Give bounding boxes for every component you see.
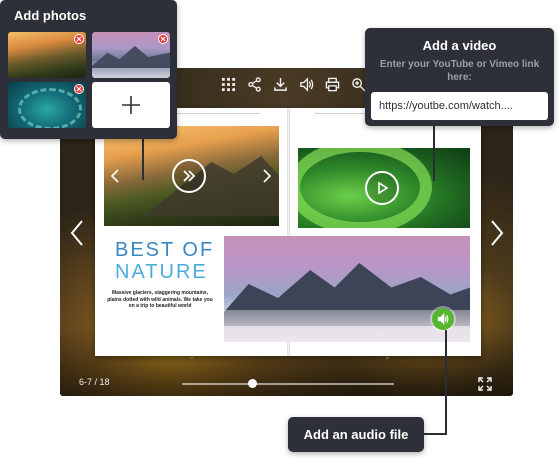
- share-icon[interactable]: [246, 76, 262, 92]
- audio-callout-line-vertical: [445, 330, 447, 435]
- add-video-panel: Add a video Enter your YouTube or Vimeo …: [365, 28, 554, 126]
- book-title-line2: NATURE: [115, 261, 208, 283]
- photo-thumbnail[interactable]: [8, 32, 86, 78]
- page-turn-icon: [189, 348, 194, 360]
- add-photo-button[interactable]: [92, 82, 170, 128]
- page-turn-icon: [385, 348, 390, 360]
- add-audio-panel: Add an audio file: [288, 417, 424, 452]
- viewer-toolbar: [220, 74, 366, 94]
- page-progress-slider[interactable]: [182, 379, 394, 388]
- remove-photo-icon[interactable]: [74, 34, 84, 44]
- add-photos-title: Add photos: [14, 8, 87, 23]
- print-icon[interactable]: [324, 76, 340, 92]
- add-audio-label: Add an audio file: [303, 427, 409, 442]
- prev-page-button[interactable]: [68, 218, 86, 248]
- video-callout-line: [433, 126, 435, 181]
- snake-video[interactable]: [298, 148, 470, 228]
- grid-icon[interactable]: [220, 76, 236, 92]
- fullscreen-icon[interactable]: [478, 377, 492, 391]
- peaks-photo: [224, 236, 470, 342]
- slide-prev-icon[interactable]: [110, 168, 120, 184]
- video-url-input[interactable]: [371, 92, 548, 120]
- photos-callout-line: [142, 139, 144, 180]
- book-caption: Massive glaciers, staggering mountains, …: [107, 290, 213, 309]
- photo-thumbnail[interactable]: [8, 82, 86, 128]
- add-photos-panel: Add photos: [0, 0, 177, 139]
- add-video-title: Add a video: [422, 38, 497, 53]
- audio-callout-line-horizontal: [424, 433, 447, 435]
- next-page-button[interactable]: [488, 218, 506, 248]
- plus-icon: [122, 96, 140, 114]
- mountain-photo: [104, 126, 279, 226]
- progress-handle[interactable]: [247, 379, 257, 388]
- slide-next-icon[interactable]: [262, 168, 272, 184]
- sound-icon[interactable]: [298, 76, 314, 92]
- book-spread: BEST OF NATURE Massive glaciers, stagger…: [95, 108, 481, 360]
- zoom-icon[interactable]: [350, 76, 366, 92]
- slideshow-next-button[interactable]: [172, 159, 206, 193]
- audio-play-button[interactable]: [432, 308, 454, 330]
- remove-photo-icon[interactable]: [158, 34, 168, 44]
- add-video-description: Enter your YouTube or Vimeo link here:: [379, 59, 540, 83]
- book-title: BEST OF NATURE: [115, 239, 214, 283]
- remove-photo-icon[interactable]: [74, 84, 84, 94]
- play-video-button[interactable]: [365, 171, 399, 205]
- book-title-line1: BEST OF: [115, 239, 215, 261]
- photo-thumbnail[interactable]: [92, 32, 170, 78]
- download-icon[interactable]: [272, 76, 288, 92]
- page-counter: 6-7 / 18: [79, 377, 110, 387]
